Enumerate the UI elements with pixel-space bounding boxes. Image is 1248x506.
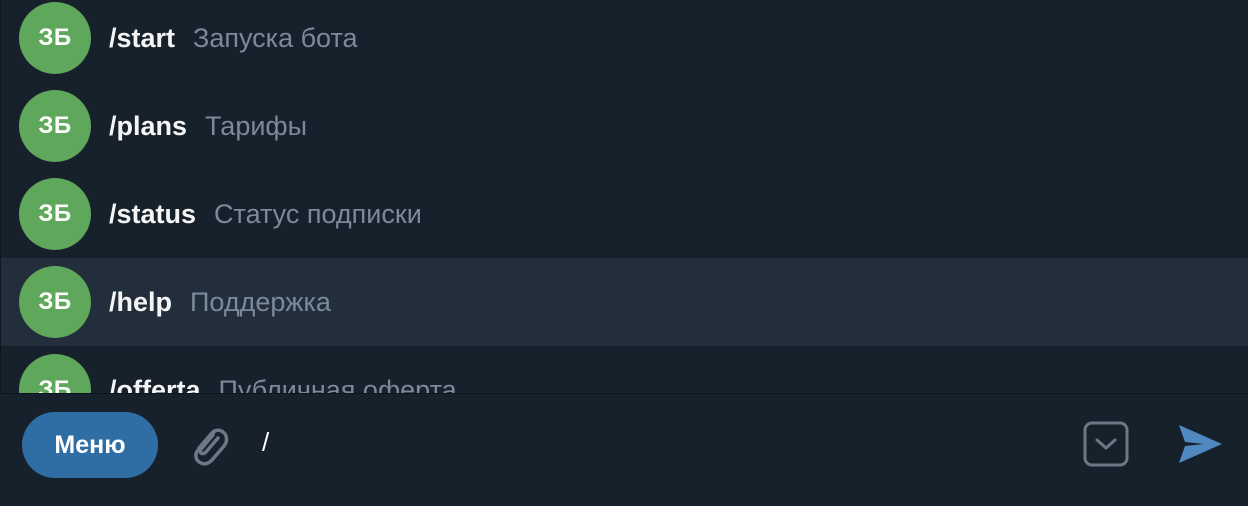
command-name: /help bbox=[109, 286, 173, 317]
command-item-plans[interactable]: ЗБ /plans Тарифы bbox=[1, 82, 1248, 170]
command-description: Поддержка bbox=[190, 286, 331, 317]
message-input[interactable]: / bbox=[262, 422, 1042, 462]
command-text: /plans Тарифы bbox=[109, 111, 307, 142]
command-text: /help Поддержка bbox=[109, 287, 331, 318]
command-name: /offerta bbox=[109, 374, 201, 394]
bot-command-list: ЗБ /start Запуска бота ЗБ /plans Тарифы … bbox=[0, 0, 1248, 393]
command-name: /status bbox=[109, 198, 197, 229]
command-text: /status Статус подписки bbox=[109, 199, 422, 230]
command-description: Тарифы bbox=[205, 110, 308, 141]
bot-avatar: ЗБ bbox=[19, 178, 91, 250]
bot-avatar: ЗБ bbox=[19, 266, 91, 338]
command-text: /offerta Публичная оферта bbox=[109, 375, 457, 394]
paperclip-icon[interactable] bbox=[184, 420, 230, 470]
send-icon[interactable] bbox=[1176, 422, 1224, 466]
command-name: /start bbox=[109, 22, 176, 53]
command-item-status[interactable]: ЗБ /status Статус подписки bbox=[1, 170, 1248, 258]
command-item-start[interactable]: ЗБ /start Запуска бота bbox=[1, 0, 1248, 82]
menu-button[interactable]: Меню bbox=[22, 412, 158, 478]
bot-avatar: ЗБ bbox=[19, 2, 91, 74]
command-item-offerta[interactable]: ЗБ /offerta Публичная оферта bbox=[1, 346, 1248, 393]
bot-avatar: ЗБ bbox=[19, 354, 91, 393]
command-item-help[interactable]: ЗБ /help Поддержка bbox=[1, 258, 1248, 346]
command-description: Статус подписки bbox=[214, 198, 422, 229]
command-description: Запуска бота bbox=[193, 22, 358, 53]
chevron-down-square-icon[interactable] bbox=[1082, 420, 1130, 468]
message-input-bar: Меню / bbox=[0, 394, 1248, 506]
command-name: /plans bbox=[109, 110, 188, 141]
bot-avatar: ЗБ bbox=[19, 90, 91, 162]
telegram-chat-window: ЗБ /start Запуска бота ЗБ /plans Тарифы … bbox=[0, 0, 1248, 506]
command-text: /start Запуска бота bbox=[109, 23, 358, 54]
command-description: Публичная оферта bbox=[218, 374, 457, 394]
